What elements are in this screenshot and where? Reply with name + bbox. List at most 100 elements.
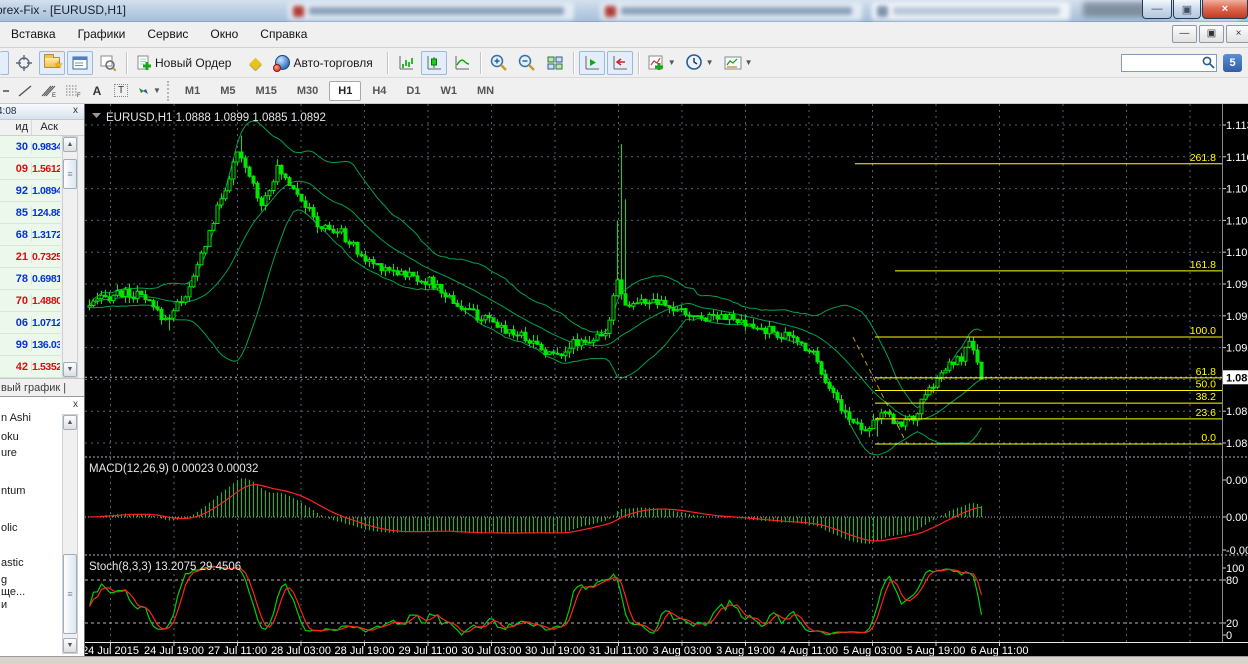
price-tick: 1.101 (1226, 247, 1248, 259)
menu-item-Графики[interactable]: Графики (67, 22, 137, 48)
market-watch-row[interactable]: 85 124.88 (0, 202, 61, 224)
navigator-item[interactable]: g (1, 574, 7, 586)
periods-dropdown-button[interactable]: ▼ (682, 51, 718, 75)
market-watch-row[interactable]: 09 1.5612 (0, 158, 61, 180)
market-watch-time: 4:08 (0, 106, 17, 117)
scroll-down-arrow[interactable]: ▼ (63, 362, 77, 377)
mdi-minimize-button[interactable]: — (1172, 25, 1197, 43)
market-watch-row[interactable]: 70 1.4880 (0, 290, 61, 312)
timeframe-button-D1[interactable]: D1 (397, 81, 429, 101)
new-order-button[interactable]: Новый Ордер (132, 51, 240, 75)
auto-scroll-button[interactable] (578, 50, 605, 75)
navigator-item[interactable]: astic (1, 557, 24, 569)
minimize-button[interactable]: — (1142, 0, 1172, 19)
market-watch-scrollbar[interactable]: ▲ ≡ ▼ (62, 136, 78, 378)
scroll-down-arrow[interactable]: ▼ (63, 638, 77, 653)
menu-item-Окно[interactable]: Окно (199, 22, 249, 48)
price-tick: 1.086 (1226, 406, 1248, 418)
horizontal-line-tool-button[interactable] (0, 81, 12, 101)
bid-column-header[interactable]: ид (0, 120, 32, 135)
indicators-dropdown-button[interactable]: ▼ (644, 51, 680, 75)
market-watch-columns: ид Аск (0, 120, 84, 136)
timeframe-button-M1[interactable]: M1 (176, 81, 209, 101)
template-icon (724, 56, 742, 69)
scroll-thumb[interactable]: ≡ (63, 159, 77, 189)
favorites-button[interactable]: ★ (39, 50, 65, 75)
timeframe-button-H1[interactable]: H1 (329, 80, 362, 101)
timeframe-button-M30[interactable]: M30 (288, 81, 327, 101)
chart-canvas[interactable]: 1.113 1.110 1.107 1.104 1.101 1.098 1.095 1.092… (82, 104, 1248, 657)
tile-windows-button[interactable] (542, 51, 568, 75)
text-tool-button[interactable]: A (86, 81, 108, 101)
market-watch-row[interactable]: 42 1.5352 (0, 356, 61, 378)
market-watch-row[interactable]: 99 136.03 (0, 334, 61, 356)
chart-shift-button[interactable] (606, 50, 633, 75)
ask-value: 1.0712 (32, 316, 60, 329)
bid-value: 06 (0, 316, 32, 329)
navigator-item[interactable]: olic (1, 522, 18, 534)
ask-value: 0.6981 (32, 272, 60, 285)
menu-item-Справка[interactable]: Справка (249, 22, 318, 48)
market-watch-row[interactable]: 68 1.3172 (0, 224, 61, 246)
label-tool-button[interactable]: T (110, 81, 132, 101)
navigator-item[interactable]: oku (1, 431, 19, 443)
channel-tool-button[interactable]: E (38, 81, 60, 101)
label-tool-icon: T (113, 84, 129, 97)
arrows-icon (139, 87, 148, 94)
timeframe-button-M5[interactable]: M5 (211, 81, 244, 101)
chart-symbol-header: EURUSD,H1 1.0888 1.0899 1.0885 1.0892 (106, 112, 326, 124)
new-chart-tab[interactable]: вый график | (0, 378, 84, 396)
timeframe-button-W1[interactable]: W1 (431, 81, 466, 101)
timeframe-button-H4[interactable]: H4 (363, 81, 395, 101)
mdi-restore-button[interactable]: ▣ (1199, 25, 1224, 43)
scroll-up-arrow[interactable]: ▲ (63, 137, 77, 152)
scroll-thumb[interactable]: ≡ (63, 554, 77, 634)
navigator-item[interactable]: n Ashi (1, 412, 31, 424)
ask-value: 1.0894 (32, 184, 60, 197)
line-chart-button[interactable] (449, 51, 475, 75)
bid-value: 78 (0, 272, 32, 285)
arrows-dropdown-button[interactable]: ▼ (134, 81, 164, 101)
market-watch-row[interactable]: 78 0.6981 (0, 268, 61, 290)
market-watch-toggle-button[interactable] (67, 50, 93, 75)
zoom-in-button[interactable] (486, 51, 512, 75)
title-bar: orex-Fix - [EURUSD,H1] — ▣ × (0, 0, 1248, 22)
fibonacci-tool-button[interactable]: F (62, 81, 84, 101)
navigator-item[interactable]: ntum (1, 485, 25, 497)
data-window-button[interactable] (95, 51, 121, 75)
clipped-button[interactable] (0, 50, 9, 75)
search-icon[interactable] (1202, 56, 1215, 69)
timeframe-button-M15[interactable]: M15 (246, 81, 285, 101)
navigator-item[interactable]: ще... (1, 586, 25, 598)
candlestick-chart-button[interactable] (420, 50, 447, 75)
maximize-button[interactable]: ▣ (1173, 0, 1201, 19)
community-button[interactable]: 5 (1223, 53, 1242, 72)
autotrade-button[interactable]: Авто-торговля (270, 51, 381, 75)
timeframe-button-MN[interactable]: MN (468, 81, 503, 101)
market-watch-row[interactable]: 30 0.9834 (0, 136, 61, 158)
crosshair-button[interactable] (11, 51, 37, 75)
menu-item-Вставка[interactable]: Вставка (0, 22, 67, 48)
ask-column-header[interactable]: Аск (32, 120, 60, 135)
left-sidebar: 4:08 x ид Аск 300.9834091.5612921.089485… (0, 104, 85, 656)
market-watch-row[interactable]: 21 0.7325 (0, 246, 61, 268)
navigator-item[interactable]: и (1, 599, 7, 611)
scroll-up-arrow[interactable]: ▲ (63, 415, 77, 430)
market-watch-row[interactable]: 06 1.0712 (0, 312, 61, 334)
templates-dropdown-button[interactable]: ▼ (720, 51, 757, 75)
navigator-close-icon[interactable]: x (70, 400, 81, 411)
macd-axis-label: 0.00 (1226, 512, 1247, 524)
menu-item-Сервис[interactable]: Сервис (136, 22, 199, 48)
fibonacci-level-label: 161.8 (1190, 259, 1216, 271)
zoom-out-button[interactable] (514, 51, 540, 75)
navigator-scrollbar[interactable]: ▲ ≡ ▼ (62, 414, 78, 654)
mdi-window-controls: — ▣ × (1170, 25, 1248, 43)
trendline-tool-button[interactable] (14, 81, 36, 101)
navigator-item[interactable]: ure (1, 447, 17, 459)
bar-chart-button[interactable] (393, 51, 419, 75)
close-button[interactable]: × (1202, 0, 1248, 19)
market-watch-close-icon[interactable]: x (70, 106, 81, 117)
metaeditor-button[interactable]: ◆ (242, 51, 268, 75)
market-watch-row[interactable]: 92 1.0894 (0, 180, 61, 202)
mdi-close-button[interactable]: × (1226, 25, 1248, 43)
